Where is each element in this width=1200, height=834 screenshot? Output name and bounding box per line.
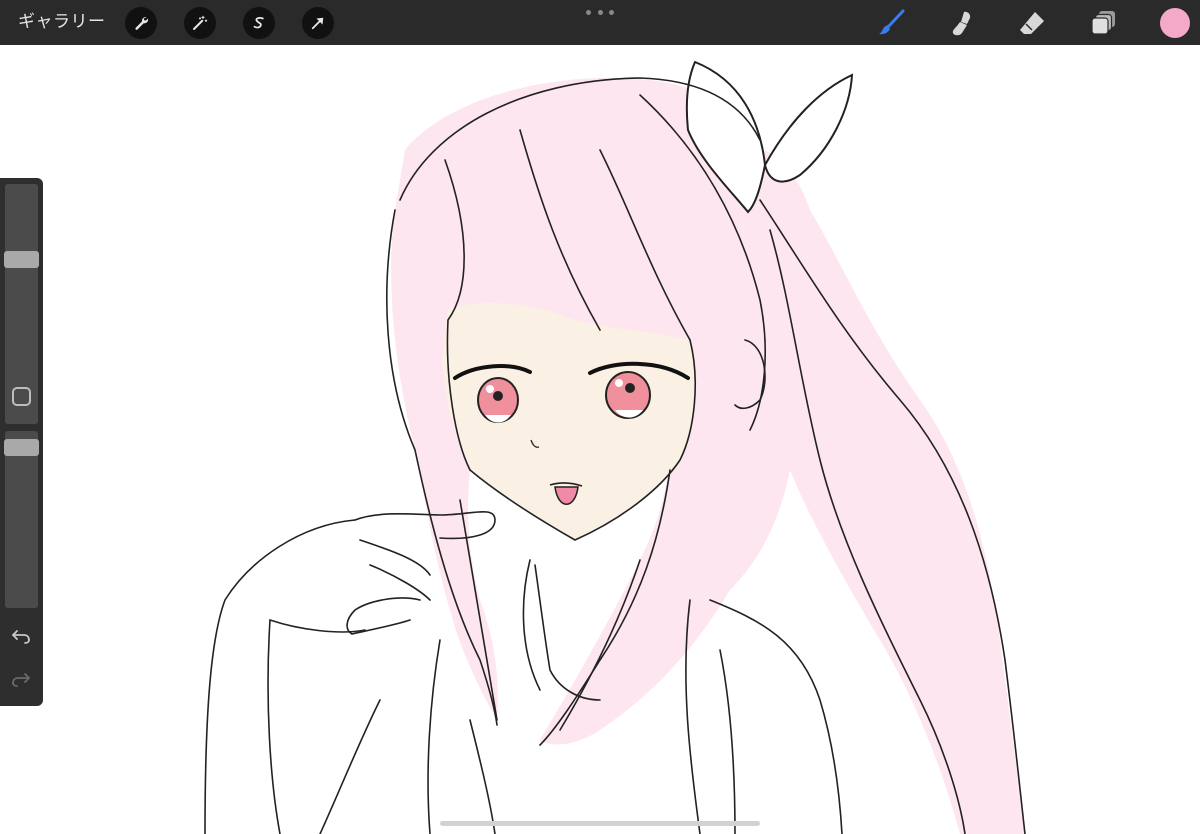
redo-button[interactable]: [8, 668, 34, 690]
smudge-tool-button[interactable]: [946, 8, 976, 38]
undo-icon: [12, 630, 30, 644]
transform-button[interactable]: [302, 7, 334, 39]
top-toolbar: ギャラリー: [0, 0, 1200, 45]
dot: [586, 9, 591, 15]
artwork: [204, 60, 1026, 834]
more-options-icon[interactable]: [586, 4, 614, 20]
modify-square-icon[interactable]: [12, 387, 31, 406]
dot: [597, 9, 603, 15]
actions-button[interactable]: [125, 7, 157, 39]
selection-s-icon: [253, 17, 264, 29]
drawing-canvas[interactable]: [0, 45, 1200, 834]
layers-icon: [1091, 11, 1115, 35]
opacity-thumb[interactable]: [4, 439, 39, 456]
arrow-cursor-icon: [311, 17, 324, 30]
magic-wand-icon: [193, 15, 208, 30]
brush-size-thumb[interactable]: [4, 250, 39, 268]
opacity-slider[interactable]: [4, 431, 39, 608]
smudge-icon: [952, 11, 971, 36]
home-indicator[interactable]: [440, 821, 760, 826]
brush-icon: [879, 9, 905, 35]
redo-icon: [12, 673, 30, 687]
layers-button[interactable]: [1089, 8, 1119, 38]
left-sidebar: [0, 178, 43, 706]
eraser-icon: [1020, 12, 1044, 34]
color-picker-button[interactable]: [1160, 8, 1190, 38]
adjustments-button[interactable]: [184, 7, 216, 39]
undo-button[interactable]: [8, 625, 34, 647]
eraser-tool-button[interactable]: [1017, 8, 1047, 38]
gallery-button[interactable]: ギャラリー: [18, 10, 106, 34]
dot: [609, 9, 614, 15]
wrench-icon: [135, 17, 149, 30]
brush-tool-button[interactable]: [876, 8, 906, 38]
selection-button[interactable]: [243, 7, 275, 39]
